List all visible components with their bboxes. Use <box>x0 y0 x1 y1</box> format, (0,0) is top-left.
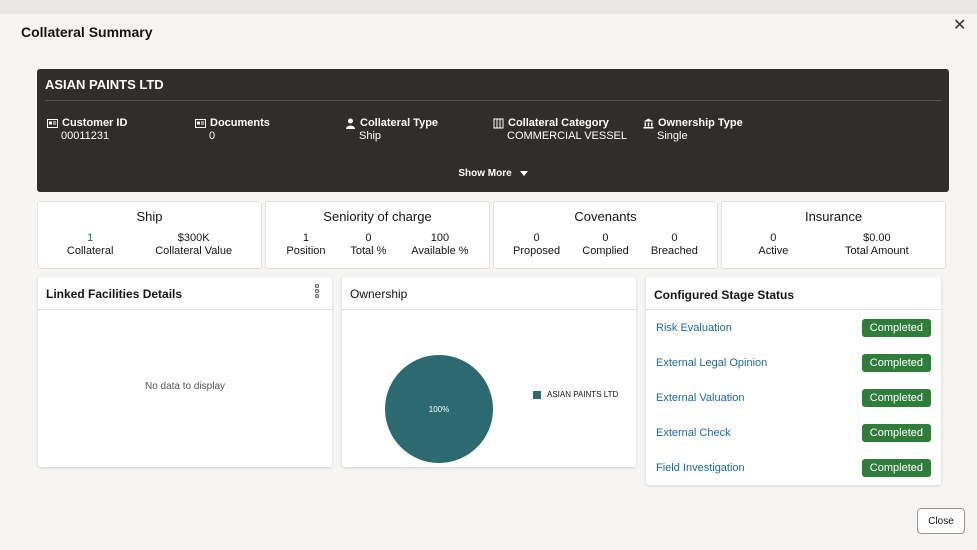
status-badge: Completed <box>861 354 931 372</box>
collateral-category-field: Collateral Category COMMERCIAL VESSEL <box>493 117 627 142</box>
stat-cell: 100 Available % <box>411 232 468 258</box>
header-divider <box>45 100 941 101</box>
status-badge: Completed <box>861 319 931 337</box>
stat-cell: 0 Active <box>758 232 788 258</box>
status-badge: Completed <box>861 459 931 477</box>
status-badge: Completed <box>861 424 931 442</box>
card-title: Configured Stage Status <box>654 288 795 302</box>
customer-header: ASIAN PAINTS LTD Customer ID 00011231 Do… <box>37 69 949 192</box>
stat-number: $0.00 <box>863 232 891 244</box>
caret-down-icon <box>519 170 528 176</box>
stat-cell: 0 Breached <box>651 232 698 258</box>
card-title: Linked Facilities Details <box>46 287 183 301</box>
stat-cell: 0 Complied <box>582 232 628 258</box>
stage-row: External Check Completed <box>656 422 931 444</box>
stage-link-external-valuation[interactable]: External Valuation <box>656 392 744 404</box>
status-badge: Completed <box>861 389 931 407</box>
stat-label: Active <box>758 245 789 257</box>
stat-label: Total Amount <box>845 245 909 257</box>
stat-cell: 0 Total % <box>350 232 386 258</box>
customer-name: ASIAN PAINTS LTD <box>45 77 164 92</box>
legend-swatch <box>533 390 541 399</box>
empty-state: No data to display <box>144 381 226 392</box>
stat-title: Seniority of charge <box>323 209 432 224</box>
seniority-stat-card: Seniority of charge 1 Position 0 Total % 1… <box>265 201 490 269</box>
stage-row: External Legal Opinion Completed <box>656 352 931 374</box>
collateral-type-label: Collateral Type <box>360 117 439 129</box>
linked-facilities-card: Linked Facilities Details No data to dis… <box>38 277 332 467</box>
show-more-label: Show More <box>458 168 512 179</box>
ownership-type-value: Single <box>657 130 688 142</box>
close-icon[interactable]: ✕ <box>953 18 966 34</box>
bank-icon <box>643 118 654 128</box>
top-strip <box>0 0 977 14</box>
documents-value: 0 <box>209 130 216 142</box>
dialog-title: Collateral Summary <box>21 24 153 40</box>
collateral-category-label: Collateral Category <box>508 117 609 129</box>
pie-slice-label: 100% <box>429 405 449 414</box>
stat-label: Collateral Value <box>155 245 233 257</box>
documents-field: Documents 0 <box>195 117 270 142</box>
stat-label: Collateral <box>66 245 114 257</box>
stage-link-field-investigation[interactable]: Field Investigation <box>656 462 745 474</box>
collateral-type-field: Collateral Type Ship <box>345 117 438 142</box>
customer-id-value: 00011231 <box>61 130 110 142</box>
stage-row: External Valuation Completed <box>656 387 931 409</box>
stage-link-external-check[interactable]: External Check <box>656 427 731 439</box>
ownership-pie-chart: 100% <box>385 355 493 463</box>
building-icon <box>493 118 504 128</box>
stat-number: 0 <box>602 232 609 244</box>
stat-title: Insurance <box>804 209 863 224</box>
collateral-type-value: Ship <box>359 130 382 142</box>
chart-legend: ASIAN PAINTS LTD <box>533 390 618 399</box>
insurance-stat-card: Insurance 0 Active $0.00 Total Amount <box>721 201 946 269</box>
documents-label: Documents <box>210 117 270 129</box>
id-card-icon <box>47 118 58 128</box>
ownership-card: Ownership 100% ASIAN PAINTS LTD <box>342 277 636 467</box>
stat-number: 0 <box>671 232 678 244</box>
covenants-stat-card: Covenants 0 Proposed 0 Complied 0 Breached <box>493 201 718 269</box>
ownership-type-label: Ownership Type <box>658 117 743 129</box>
collateral-count-link[interactable]: 1 <box>67 232 113 245</box>
stat-number: 1 <box>302 232 310 244</box>
stage-link-external-legal-opinion[interactable]: External Legal Opinion <box>656 357 767 369</box>
stat-cell: $0.00 Total Amount <box>845 232 909 258</box>
stat-number: 0 <box>365 232 372 244</box>
more-options-icon[interactable] <box>314 283 320 301</box>
stat-label: Position <box>286 245 326 257</box>
stat-label: Total % <box>350 245 387 257</box>
collateral-category-value: COMMERCIAL VESSEL <box>507 130 628 142</box>
stat-cell: 1 Collateral <box>67 232 113 258</box>
ownership-type-field: Ownership Type Single <box>643 117 743 142</box>
stage-row: Field Investigation Completed <box>656 457 931 479</box>
stat-label: Complied <box>582 245 629 257</box>
card-title: Ownership <box>350 287 408 301</box>
stat-label: Proposed <box>513 245 561 257</box>
stat-title: Covenants <box>574 209 637 224</box>
stat-number: 0 <box>770 232 777 244</box>
close-button[interactable]: Close <box>917 508 965 534</box>
stat-label: Breached <box>650 245 698 257</box>
card-divider <box>38 309 332 310</box>
card-divider <box>342 309 636 310</box>
stat-cell: 1 Position <box>286 232 325 258</box>
document-icon <box>195 118 206 128</box>
stage-link-risk-evaluation[interactable]: Risk Evaluation <box>656 322 732 334</box>
stat-title: Ship <box>136 209 163 224</box>
stat-label: Available % <box>411 245 469 257</box>
legend-label: ASIAN PAINTS LTD <box>547 390 619 399</box>
stat-cell: $300K Collateral Value <box>155 232 232 258</box>
stage-status-card: Configured Stage Status Risk Evaluation … <box>646 277 941 485</box>
ship-stat-card: Ship 1 Collateral $300K Collateral Value <box>37 201 262 269</box>
stage-row: Risk Evaluation Completed <box>656 317 931 339</box>
stat-number: 100 <box>430 232 450 244</box>
person-icon <box>346 118 355 129</box>
customer-id-field: Customer ID 00011231 <box>47 117 127 142</box>
card-divider <box>646 309 941 310</box>
stat-cell: 0 Proposed <box>513 232 560 258</box>
customer-id-label: Customer ID <box>62 117 128 129</box>
show-more-button[interactable]: Show More <box>37 168 949 179</box>
stat-number: $300K <box>177 232 210 244</box>
stat-number: 0 <box>533 232 540 244</box>
